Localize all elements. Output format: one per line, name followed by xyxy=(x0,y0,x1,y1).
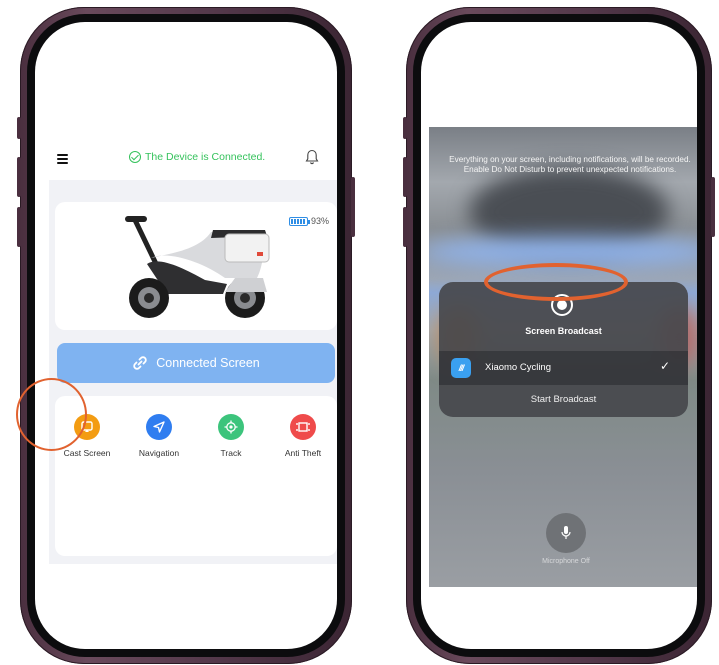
menu-icon[interactable] xyxy=(57,154,68,164)
right-phone-frame: Everything on your screen, including not… xyxy=(403,7,715,664)
microphone-icon xyxy=(561,526,571,539)
left-screen: The Device is Connected. 93% Connected S… xyxy=(35,22,337,649)
volume-down-button xyxy=(403,207,407,247)
navigation-icon xyxy=(146,414,172,440)
tool-label: Track xyxy=(220,448,242,458)
battery-icon xyxy=(288,216,310,226)
checkmark-icon: ✓ xyxy=(659,359,670,373)
connection-status-text: The Device is Connected. xyxy=(145,151,266,163)
volume-up-button xyxy=(403,157,407,197)
app-header: The Device is Connected. xyxy=(49,134,337,180)
broadcast-notice: Everything on your screen, including not… xyxy=(449,155,691,174)
track-tool[interactable]: Track xyxy=(201,414,261,458)
navigation-tool[interactable]: Navigation xyxy=(129,414,189,458)
connected-screen-button[interactable]: Connected Screen xyxy=(57,343,335,383)
broadcast-app-row[interactable]: /// Xiaomo Cycling ✓ xyxy=(439,351,688,385)
scooter-image xyxy=(125,216,270,318)
check-circle-icon xyxy=(129,151,141,163)
connected-screen-label: Connected Screen xyxy=(156,356,260,370)
screen-broadcast-sheet: Screen Broadcast /// Xiaomo Cycling ✓ St… xyxy=(439,282,688,417)
anti-theft-icon xyxy=(290,414,316,440)
tools-card: Cast Screen Navigation Track Anti Theft xyxy=(55,396,337,556)
left-phone-frame: The Device is Connected. 93% Connected S… xyxy=(17,7,355,664)
tool-label: Navigation xyxy=(138,448,180,458)
microphone-label: Microphone Off xyxy=(542,558,590,565)
battery-percent: 93% xyxy=(310,216,329,226)
mute-switch xyxy=(17,117,21,139)
bell-icon[interactable] xyxy=(305,149,319,165)
right-screen: Everything on your screen, including not… xyxy=(421,22,697,649)
mute-switch xyxy=(403,117,407,139)
microphone-button[interactable] xyxy=(546,513,586,553)
cast-screen-highlight xyxy=(16,378,87,451)
volume-down-button xyxy=(17,207,21,247)
start-broadcast-button[interactable]: Start Broadcast xyxy=(439,385,688,417)
scooter-card: 93% xyxy=(55,202,337,330)
tool-label: Anti Theft xyxy=(284,448,322,458)
battery-indicator: 93% xyxy=(288,216,329,226)
app-name: Xiaomo Cycling xyxy=(485,362,551,373)
link-icon xyxy=(133,356,147,370)
connection-status: The Device is Connected. xyxy=(129,151,265,163)
tool-label: Cast Screen xyxy=(63,448,111,458)
start-broadcast-highlight xyxy=(484,263,628,301)
power-button xyxy=(351,177,355,237)
scooter-app: The Device is Connected. 93% Connected S… xyxy=(49,134,337,564)
broadcast-overlay: Everything on your screen, including not… xyxy=(429,127,697,587)
power-button xyxy=(711,177,715,237)
xiaomo-app-icon: /// xyxy=(451,358,471,378)
volume-up-button xyxy=(17,157,21,197)
sheet-title: Screen Broadcast xyxy=(525,326,602,336)
anti-theft-tool[interactable]: Anti Theft xyxy=(273,414,333,458)
location-target-icon xyxy=(218,414,244,440)
phone-bezel: Everything on your screen, including not… xyxy=(413,14,705,657)
phone-bezel: The Device is Connected. 93% Connected S… xyxy=(27,14,345,657)
